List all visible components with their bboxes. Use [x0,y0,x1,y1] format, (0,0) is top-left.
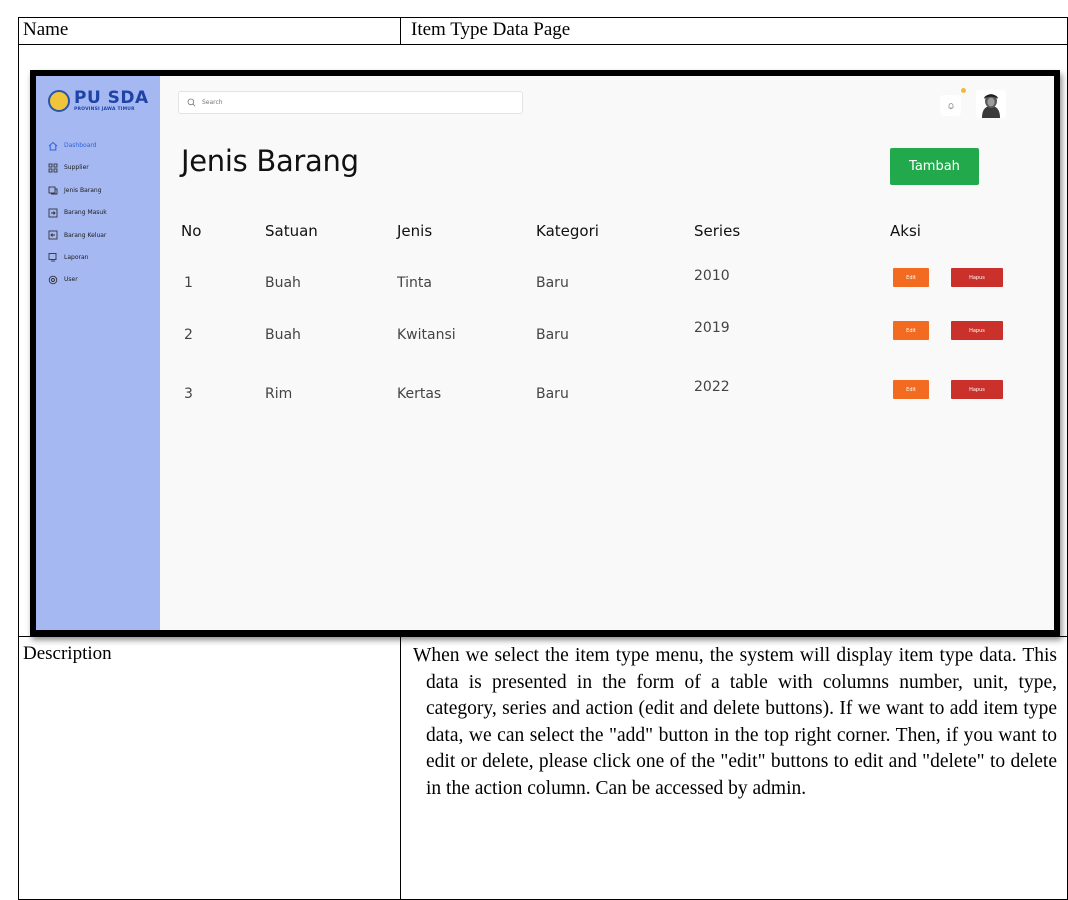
cell-kategori: Baru [536,327,569,343]
item-in-icon [48,208,58,218]
sidebar-item-label: Jenis Barang [64,186,102,194]
description-text: When we select the item type menu, the s… [413,645,1057,799]
sidebar-item-barang-keluar[interactable]: Barang Keluar [48,230,107,241]
delete-button[interactable]: Hapus [951,380,1003,399]
sidebar: PU SDA PROVINSI JAWA TIMUR Dashboard Sup… [36,76,160,630]
sidebar-nav: Dashboard Supplier Jenis Barang Barang M… [48,140,107,297]
notification-dot [961,88,966,93]
cell-series: 2022 [694,379,730,395]
sidebar-item-label: User [64,276,78,284]
cell-satuan: Rim [265,386,293,402]
page-title: Jenis Barang [181,144,359,178]
sidebar-item-label: Laporan [64,253,89,261]
sidebar-item-barang-masuk[interactable]: Barang Masuk [48,207,107,218]
search-input[interactable] [202,99,502,106]
column-header-series: Series [694,222,741,240]
description-row: Description When we select the item type… [19,636,1067,899]
delete-button[interactable]: Hapus [951,268,1003,287]
logo-emblem-icon [48,90,70,112]
sidebar-item-label: Barang Masuk [64,209,107,217]
logo-sub-text: PROVINSI JAWA TIMUR [74,106,135,112]
logo: PU SDA PROVINSI JAWA TIMUR [48,86,149,116]
cell-series: 2010 [694,268,730,284]
search-bar[interactable] [178,91,523,114]
cell-kategori: Baru [536,386,569,402]
edit-button[interactable]: Edit [893,380,929,399]
name-label: Name [19,18,401,44]
column-header-no: No [181,222,202,240]
supplier-icon [48,163,58,173]
cell-jenis: Kertas [397,386,442,402]
home-icon [48,141,58,151]
column-header-satuan: Satuan [265,222,318,240]
cell-kategori: Baru [536,275,569,291]
sidebar-item-laporan[interactable]: Laporan [48,252,107,263]
column-header-jenis: Jenis [397,222,433,240]
cell-no: 1 [184,275,193,291]
bell-icon [948,102,953,109]
description-label: Description [19,637,401,899]
cell-no: 3 [184,386,193,402]
cell-satuan: Buah [265,275,301,291]
add-button[interactable]: Tambah [890,148,979,185]
sidebar-item-label: Barang Keluar [64,231,107,239]
cell-jenis: Kwitansi [397,327,456,343]
item-type-icon [48,185,58,195]
cell-satuan: Buah [265,327,301,343]
cell-series: 2019 [694,320,730,336]
cell-no: 2 [184,327,193,343]
name-value: Item Type Data Page [411,19,571,40]
report-icon [48,252,58,262]
edit-button[interactable]: Edit [893,321,929,340]
delete-button[interactable]: Hapus [951,321,1003,340]
edit-button[interactable]: Edit [893,268,929,287]
sidebar-item-supplier[interactable]: Supplier [48,162,107,173]
avatar[interactable] [976,90,1006,118]
sidebar-item-dashboard[interactable]: Dashboard [48,140,107,151]
column-header-kategori: Kategori [536,222,599,240]
search-icon [187,98,196,107]
logo-main-text: PU SDA [74,87,149,108]
column-header-aksi: Aksi [890,222,921,240]
sidebar-item-jenis-barang[interactable]: Jenis Barang [48,185,107,196]
sidebar-item-label: Supplier [64,164,89,172]
sidebar-item-label: Dashboard [64,142,97,149]
name-row: Name Item Type Data Page [19,18,1067,45]
sidebar-item-user[interactable]: User [48,274,107,285]
app-screenshot: PU SDA PROVINSI JAWA TIMUR Dashboard Sup… [30,70,1060,636]
item-out-icon [48,230,58,240]
cell-jenis: Tinta [397,275,432,291]
notification-button[interactable] [940,95,961,116]
user-settings-icon [48,275,58,285]
